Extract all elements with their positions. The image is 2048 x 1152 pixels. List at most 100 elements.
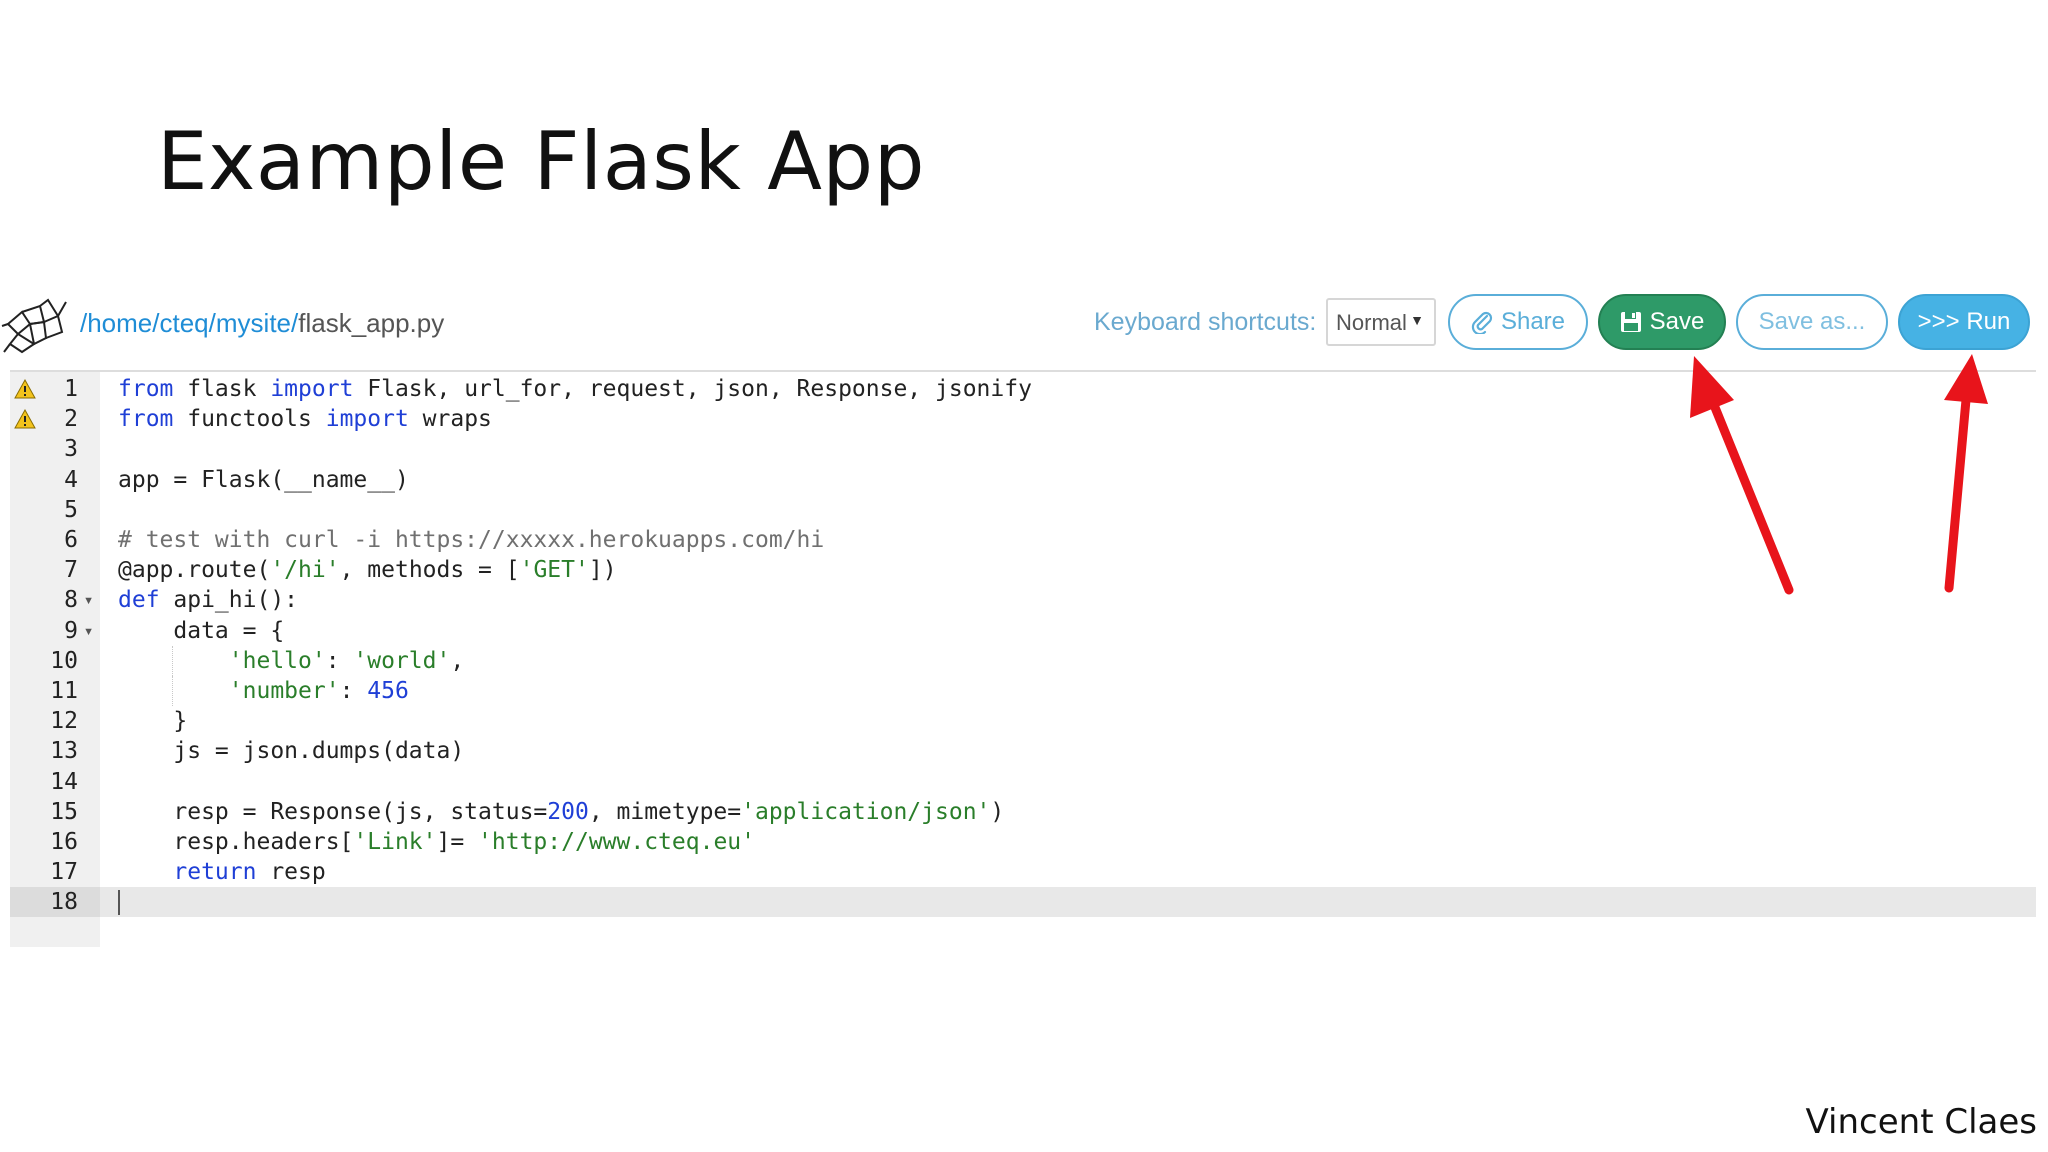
code-cell: @app.route('/hi', methods = ['GET']): [100, 555, 2036, 585]
gutter-cell: 11: [10, 676, 100, 706]
code-cell: resp = Response(js, status=200, mimetype…: [100, 797, 2036, 827]
save-button[interactable]: Save: [1598, 294, 1726, 350]
code-line[interactable]: 4 app = Flask(__name__): [64, 465, 2036, 495]
code-line[interactable]: 18: [10, 887, 2036, 918]
line-number: 10: [50, 647, 78, 674]
code-token: 'world': [353, 647, 451, 674]
code-token: resp = Response(js, status=: [118, 798, 548, 825]
save-as-button[interactable]: Save as...: [1736, 294, 1888, 350]
line-number: 7: [64, 557, 78, 584]
code-line[interactable]: 9 ▼ data = {: [64, 616, 2036, 646]
line-number: 13: [50, 738, 78, 765]
gutter-cell: 14: [10, 767, 100, 797]
keyboard-shortcuts-select[interactable]: Normal ▼: [1326, 298, 1436, 346]
breadcrumb-user-link[interactable]: cteq: [160, 308, 209, 338]
code-token: resp.headers[: [118, 829, 354, 855]
line-number: 2: [64, 406, 78, 433]
gutter-cell: 2: [10, 404, 100, 434]
code-line[interactable]: 7 @app.route('/hi', methods = ['GET']): [64, 555, 2036, 585]
code-line[interactable]: 15 resp = Response(js, status=200, mimet…: [50, 797, 2036, 827]
gutter-cell: 17: [10, 857, 100, 887]
code-editor[interactable]: 1 from flask import Flask, url_for, reque…: [10, 370, 2036, 947]
gutter-cell: 4: [10, 465, 100, 495]
editor-toolbar: /home/cteq/mysite/flask_app.py Keyboard …: [0, 290, 2040, 370]
code-token: api_hi():: [159, 587, 299, 614]
code-token: 456: [367, 678, 409, 704]
code-cell: resp.headers['Link']= 'http://www.cteq.e…: [100, 827, 2036, 857]
code-line[interactable]: 10 'hello': 'world',: [50, 646, 2036, 676]
code-line[interactable]: 2 from functools import wraps: [14, 404, 2036, 434]
code-cell: 'number': 456: [100, 676, 2036, 706]
code-text: data = {: [118, 618, 284, 644]
code-text: js = json.dumps(data): [118, 738, 464, 764]
share-button-label: Share: [1500, 308, 1566, 335]
floppy-disk-icon: [1620, 312, 1641, 332]
code-line[interactable]: 1 from flask import Flask, url_for, reque…: [14, 374, 2036, 404]
code-line[interactable]: 14: [50, 767, 2036, 797]
code-cell: 'hello': 'world',: [100, 646, 2036, 676]
breadcrumb-separator: /: [208, 308, 216, 338]
code-cell: # test with curl -i https://xxxxx.heroku…: [100, 525, 2036, 555]
gutter-cell: 16: [10, 827, 100, 857]
gutter-cell: 12: [10, 706, 100, 736]
line-number: 18: [50, 889, 78, 916]
code-token: }: [118, 708, 188, 735]
run-button-label: >>> Run: [1917, 308, 2011, 335]
code-text: # test with curl -i https://xxxxx.heroku…: [118, 527, 824, 553]
code-token: :: [339, 678, 368, 704]
code-line[interactable]: 16 resp.headers['Link']= 'http://www.cte…: [50, 827, 2036, 857]
code-token: import: [270, 376, 354, 402]
code-line[interactable]: 11 'number': 456: [50, 676, 2036, 706]
code-line[interactable]: 3: [64, 434, 2036, 464]
code-token: 'http://www.cteq.eu': [478, 829, 755, 855]
save-as-button-label: Save as...: [1758, 308, 1866, 335]
fold-toggle-icon[interactable]: ▼: [83, 626, 94, 638]
gutter-cell: 5: [10, 495, 100, 525]
code-cell: }: [100, 706, 2036, 736]
line-number: 9: [64, 617, 78, 644]
code-cell: [100, 767, 2036, 797]
code-token: '/hi': [270, 557, 340, 584]
code-token: ): [990, 798, 1005, 825]
code-token: 'GET': [519, 557, 589, 584]
code-text: }: [118, 708, 187, 734]
code-text: 'hello': 'world',: [118, 648, 464, 674]
code-area[interactable]: 1 from flask import Flask, url_for, reque…: [10, 372, 2036, 947]
code-token: app = Flask(__name__): [118, 466, 409, 493]
code-token: # test with curl -i https://xxxxx.heroku…: [118, 527, 825, 553]
run-button[interactable]: >>> Run: [1898, 294, 2030, 350]
warning-icon[interactable]: [14, 379, 36, 399]
code-line[interactable]: 8 ▼ def api_hi():: [64, 585, 2036, 615]
text-cursor: [118, 890, 120, 916]
code-token: from: [118, 376, 174, 402]
line-number: 6: [64, 527, 78, 553]
code-line[interactable]: 17 return resp: [50, 857, 2036, 887]
code-line[interactable]: 5: [64, 495, 2036, 525]
warning-icon[interactable]: [14, 409, 36, 429]
gutter-cell: 15: [10, 797, 100, 827]
author-name: Vincent Claes: [1805, 1102, 2037, 1142]
code-cell: [100, 495, 2036, 525]
code-line[interactable]: 6 # test with curl -i https://xxxxx.herok…: [64, 525, 2036, 555]
code-cell: from functools import wraps: [100, 404, 2036, 434]
code-line[interactable]: 13 js = json.dumps(data): [50, 736, 2036, 766]
line-number: 12: [50, 708, 78, 735]
code-cell: return resp: [100, 857, 2036, 887]
share-button[interactable]: Share: [1448, 294, 1588, 350]
code-cell: from flask import Flask, url_for, reques…: [100, 374, 2036, 404]
code-token: ]): [588, 557, 617, 584]
code-token: 'application/json': [741, 798, 991, 825]
file-breadcrumb: /home/cteq/mysite/flask_app.py: [80, 308, 444, 339]
code-cell: def api_hi():: [100, 585, 2036, 615]
breadcrumb-site-link[interactable]: mysite: [216, 308, 291, 338]
code-token: , methods = [: [339, 557, 520, 584]
fold-toggle-icon[interactable]: ▼: [83, 595, 94, 607]
breadcrumb-home-link[interactable]: /home/: [80, 308, 160, 338]
code-text: from functools import wraps: [118, 406, 492, 432]
code-token: , mimetype=: [588, 798, 742, 825]
code-token: flask: [173, 376, 271, 402]
code-token: import: [325, 406, 409, 433]
paperclip-icon: [1471, 311, 1493, 334]
code-line[interactable]: 12 }: [50, 706, 2036, 736]
